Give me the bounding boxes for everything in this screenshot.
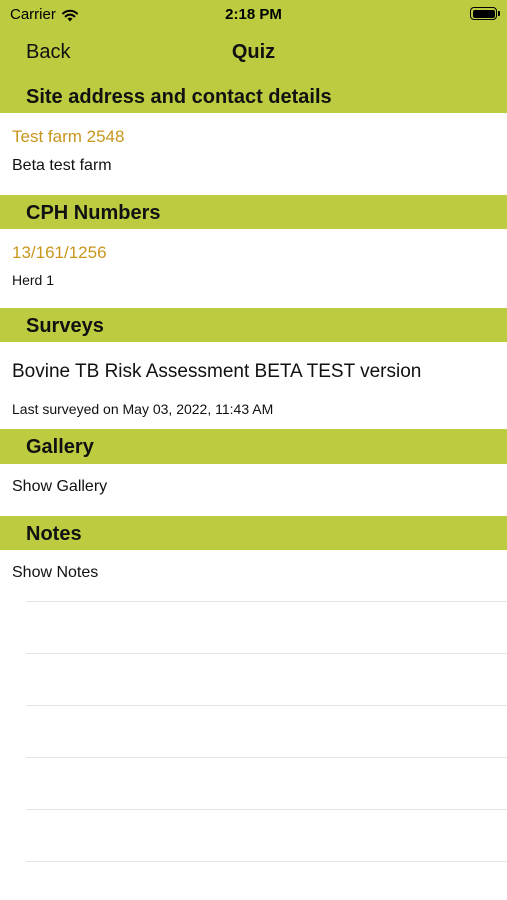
section-header-gallery: Gallery: [0, 429, 507, 464]
row-separator: [26, 809, 507, 810]
cph-number-link[interactable]: 13/161/1256: [12, 243, 107, 263]
navigation-bar: Back Quiz: [0, 28, 507, 78]
section-title-gallery: Gallery: [26, 436, 94, 458]
row-separator: [26, 861, 507, 862]
survey-item[interactable]: Bovine TB Risk Assessment BETA TEST vers…: [12, 361, 421, 383]
battery-icon: [470, 7, 500, 20]
section-title-cph: CPH Numbers: [26, 202, 161, 224]
show-notes-button[interactable]: Show Notes: [12, 564, 98, 582]
row-separator: [26, 757, 507, 758]
status-time: 2:18 PM: [225, 6, 282, 23]
section-header-cph: CPH Numbers: [0, 195, 507, 229]
row-separator: [26, 601, 507, 602]
section-title-surveys: Surveys: [26, 315, 104, 337]
section-header-notes: Notes: [0, 516, 507, 550]
section-title-notes: Notes: [26, 523, 82, 545]
row-separator: [26, 653, 507, 654]
farm-description: Beta test farm: [12, 157, 112, 174]
row-separator: [26, 705, 507, 706]
section-title-site: Site address and contact details: [26, 86, 332, 108]
page-title: Quiz: [231, 41, 276, 63]
farm-name-link[interactable]: Test farm 2548: [12, 127, 124, 147]
section-header-surveys: Surveys: [0, 308, 507, 342]
show-gallery-button[interactable]: Show Gallery: [12, 478, 107, 496]
survey-last-date: Last surveyed on May 03, 2022, 11:43 AM: [12, 401, 274, 417]
herd-label: Herd 1: [12, 272, 55, 288]
status-bar: Carrier 2:18 PM: [0, 0, 507, 28]
section-header-site: Site address and contact details: [0, 78, 507, 113]
